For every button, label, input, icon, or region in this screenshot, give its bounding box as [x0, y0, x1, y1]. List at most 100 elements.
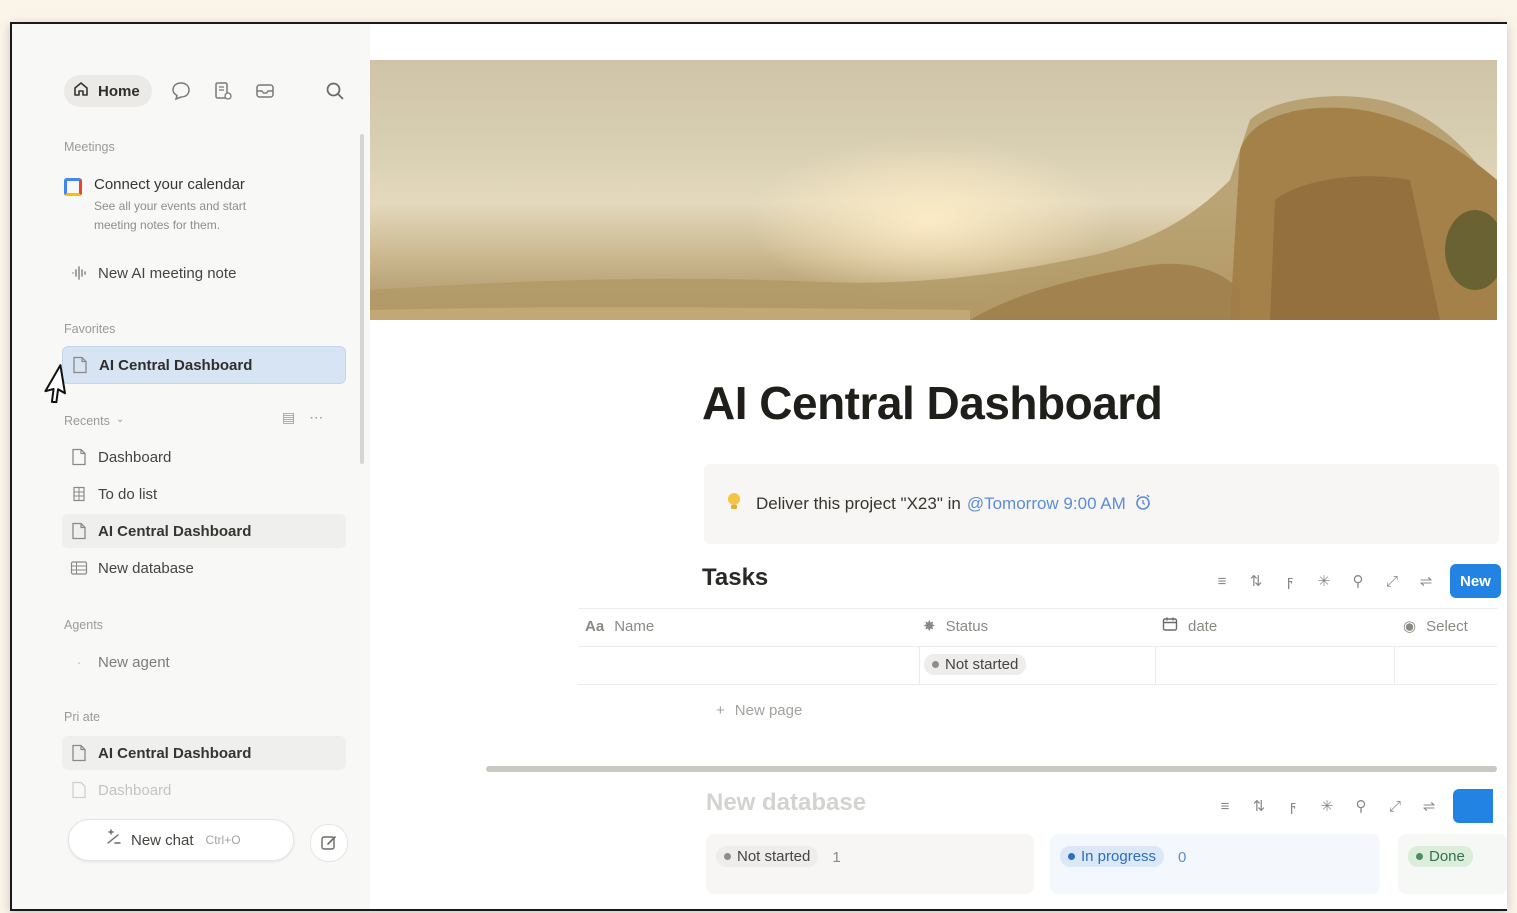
favorites-section-label: Favorites — [64, 322, 116, 336]
new-ai-meeting-note-item[interactable]: New AI meeting note — [62, 256, 346, 290]
meetings-section-label: Meetings — [64, 140, 115, 154]
database-toolbar: ≡ ⇅ ϝ ✳ ⚲ ⤢ ⇌ — [1215, 789, 1493, 823]
ai-chat-icon — [105, 829, 123, 851]
home-label: Home — [98, 82, 140, 100]
tasks-database-title[interactable]: Tasks — [702, 564, 768, 592]
status-badge: Not started — [716, 846, 819, 867]
cell-divider — [1394, 646, 1395, 684]
new-button[interactable] — [1453, 789, 1493, 823]
new-agent-item[interactable]: · New agent — [62, 645, 346, 679]
calendar-icon — [1162, 616, 1178, 636]
sidebar-topbar: Home — [64, 74, 278, 108]
sort-icon[interactable]: ⇅ — [1246, 572, 1266, 590]
recents-section-label[interactable]: Recents ⌄ — [64, 414, 124, 428]
page-cover-image[interactable] — [370, 60, 1497, 320]
favorite-item-ai-central-dashboard[interactable]: AI Central Dashboard — [62, 346, 346, 384]
recents-label-text: Recents — [64, 414, 110, 428]
search-icon[interactable]: ⚲ — [1348, 572, 1368, 590]
settings-sliders-icon[interactable]: ⇌ — [1419, 797, 1439, 815]
ai-sparkle-icon[interactable]: ✳ — [1314, 572, 1334, 590]
expand-icon[interactable]: ⤢ — [1382, 573, 1402, 590]
select-icon: ◉ — [1403, 618, 1417, 635]
compose-icon[interactable] — [310, 824, 348, 862]
search-icon[interactable] — [322, 78, 348, 104]
group-label: In progress — [1081, 848, 1157, 865]
ai-sparkle-icon[interactable]: ✳ — [1317, 797, 1337, 815]
table-row-status-cell[interactable]: Not started — [924, 654, 1027, 675]
status-dot — [1068, 853, 1075, 860]
sidebar: Home Meetings Connect your calendar See … — [12, 24, 370, 909]
document-library-icon[interactable] — [210, 78, 236, 104]
column-header-date[interactable]: date — [1162, 609, 1217, 643]
page-title[interactable]: AI Central Dashboard — [702, 376, 1163, 430]
table-icon — [70, 559, 88, 577]
recent-item-ai-central-dashboard[interactable]: AI Central Dashboard — [62, 514, 346, 548]
mouse-cursor-icon — [44, 364, 66, 404]
sort-icon[interactable]: ⇅ — [1249, 797, 1269, 815]
chevron-down-icon: ⌄ — [115, 414, 125, 425]
page-icon — [70, 744, 88, 762]
recent-item-label: AI Central Dashboard — [98, 522, 252, 540]
private-item-ai-central-dashboard[interactable]: AI Central Dashboard — [62, 736, 346, 770]
board-group-not-started[interactable]: Not started 1 — [706, 834, 1034, 894]
page-icon — [70, 522, 88, 540]
agent-icon: · — [76, 653, 82, 671]
lightning-icon[interactable]: ϝ — [1283, 798, 1303, 815]
filter-icon[interactable]: ≡ — [1215, 798, 1235, 815]
settings-sliders-icon[interactable]: ⇌ — [1416, 572, 1436, 590]
recents-tools: ▤ ⋯ — [282, 409, 323, 426]
home-icon — [72, 80, 90, 102]
callout-block[interactable]: Deliver this project "X23" in @Tomorrow … — [704, 464, 1499, 544]
status-badge: Done — [1408, 846, 1473, 867]
date-mention[interactable]: @Tomorrow 9:00 AM — [967, 494, 1126, 514]
block-divider — [486, 766, 1497, 772]
home-button[interactable]: Home — [64, 75, 152, 107]
group-count: 1 — [832, 849, 841, 866]
inbox-icon[interactable] — [252, 78, 278, 104]
board-group-done[interactable]: Done — [1398, 834, 1507, 894]
plus-icon: + — [716, 702, 725, 719]
calendar-icon — [64, 178, 82, 196]
lightning-icon[interactable]: ϝ — [1280, 573, 1300, 590]
table-header-border — [578, 646, 1497, 647]
recent-item-dashboard[interactable]: Dashboard — [62, 440, 346, 474]
more-icon[interactable]: ⋯ — [309, 409, 323, 426]
column-header-label: Name — [614, 617, 655, 635]
new-database-title[interactable]: New database — [706, 789, 866, 817]
new-chat-shortcut: Ctrl+O — [205, 833, 241, 847]
recent-item-label: To do list — [98, 485, 158, 503]
recent-item-to-do-list[interactable]: To do list — [62, 477, 346, 511]
private-item-label: AI Central Dashboard — [98, 744, 252, 762]
column-header-select[interactable]: ◉ Select — [1403, 609, 1468, 643]
private-section-label: Pri ate — [64, 710, 101, 724]
landscape-painting — [370, 96, 1497, 320]
connect-calendar-subtitle: See all your events and start meeting no… — [94, 199, 247, 232]
board-group-in-progress[interactable]: In progress 0 — [1050, 834, 1380, 894]
expand-icon[interactable]: ⤢ — [1385, 798, 1405, 815]
status-dot — [724, 853, 731, 860]
search-icon[interactable]: ⚲ — [1351, 797, 1371, 815]
new-button[interactable]: New — [1450, 564, 1501, 598]
status-dot — [932, 661, 939, 668]
table-top-border — [578, 608, 1497, 609]
new-page-button[interactable]: + New page — [716, 702, 802, 719]
book-icon[interactable]: ▤ — [282, 409, 295, 426]
group-label: Done — [1429, 848, 1465, 865]
recent-item-new-database[interactable]: New database — [62, 551, 346, 585]
connect-calendar-item[interactable]: Connect your calendar See all your event… — [64, 176, 284, 235]
status-icon: ✸ — [923, 618, 936, 635]
new-chat-button[interactable]: New chat Ctrl+O — [68, 819, 294, 861]
chat-bubble-icon[interactable] — [168, 78, 194, 104]
list-icon — [70, 485, 88, 503]
alarm-clock-icon — [1134, 493, 1152, 516]
sidebar-scrollbar[interactable] — [360, 134, 364, 464]
cell-divider — [919, 646, 920, 684]
column-header-label: Select — [1426, 617, 1468, 635]
column-header-status[interactable]: ✸ Status — [923, 609, 988, 643]
column-header-name[interactable]: Aa Name — [585, 609, 654, 643]
private-item-dashboard[interactable]: Dashboard — [62, 773, 346, 807]
filter-icon[interactable]: ≡ — [1212, 573, 1232, 590]
new-agent-label: New agent — [98, 653, 170, 671]
new-chat-label: New chat — [131, 831, 194, 849]
new-page-label: New page — [734, 702, 803, 719]
